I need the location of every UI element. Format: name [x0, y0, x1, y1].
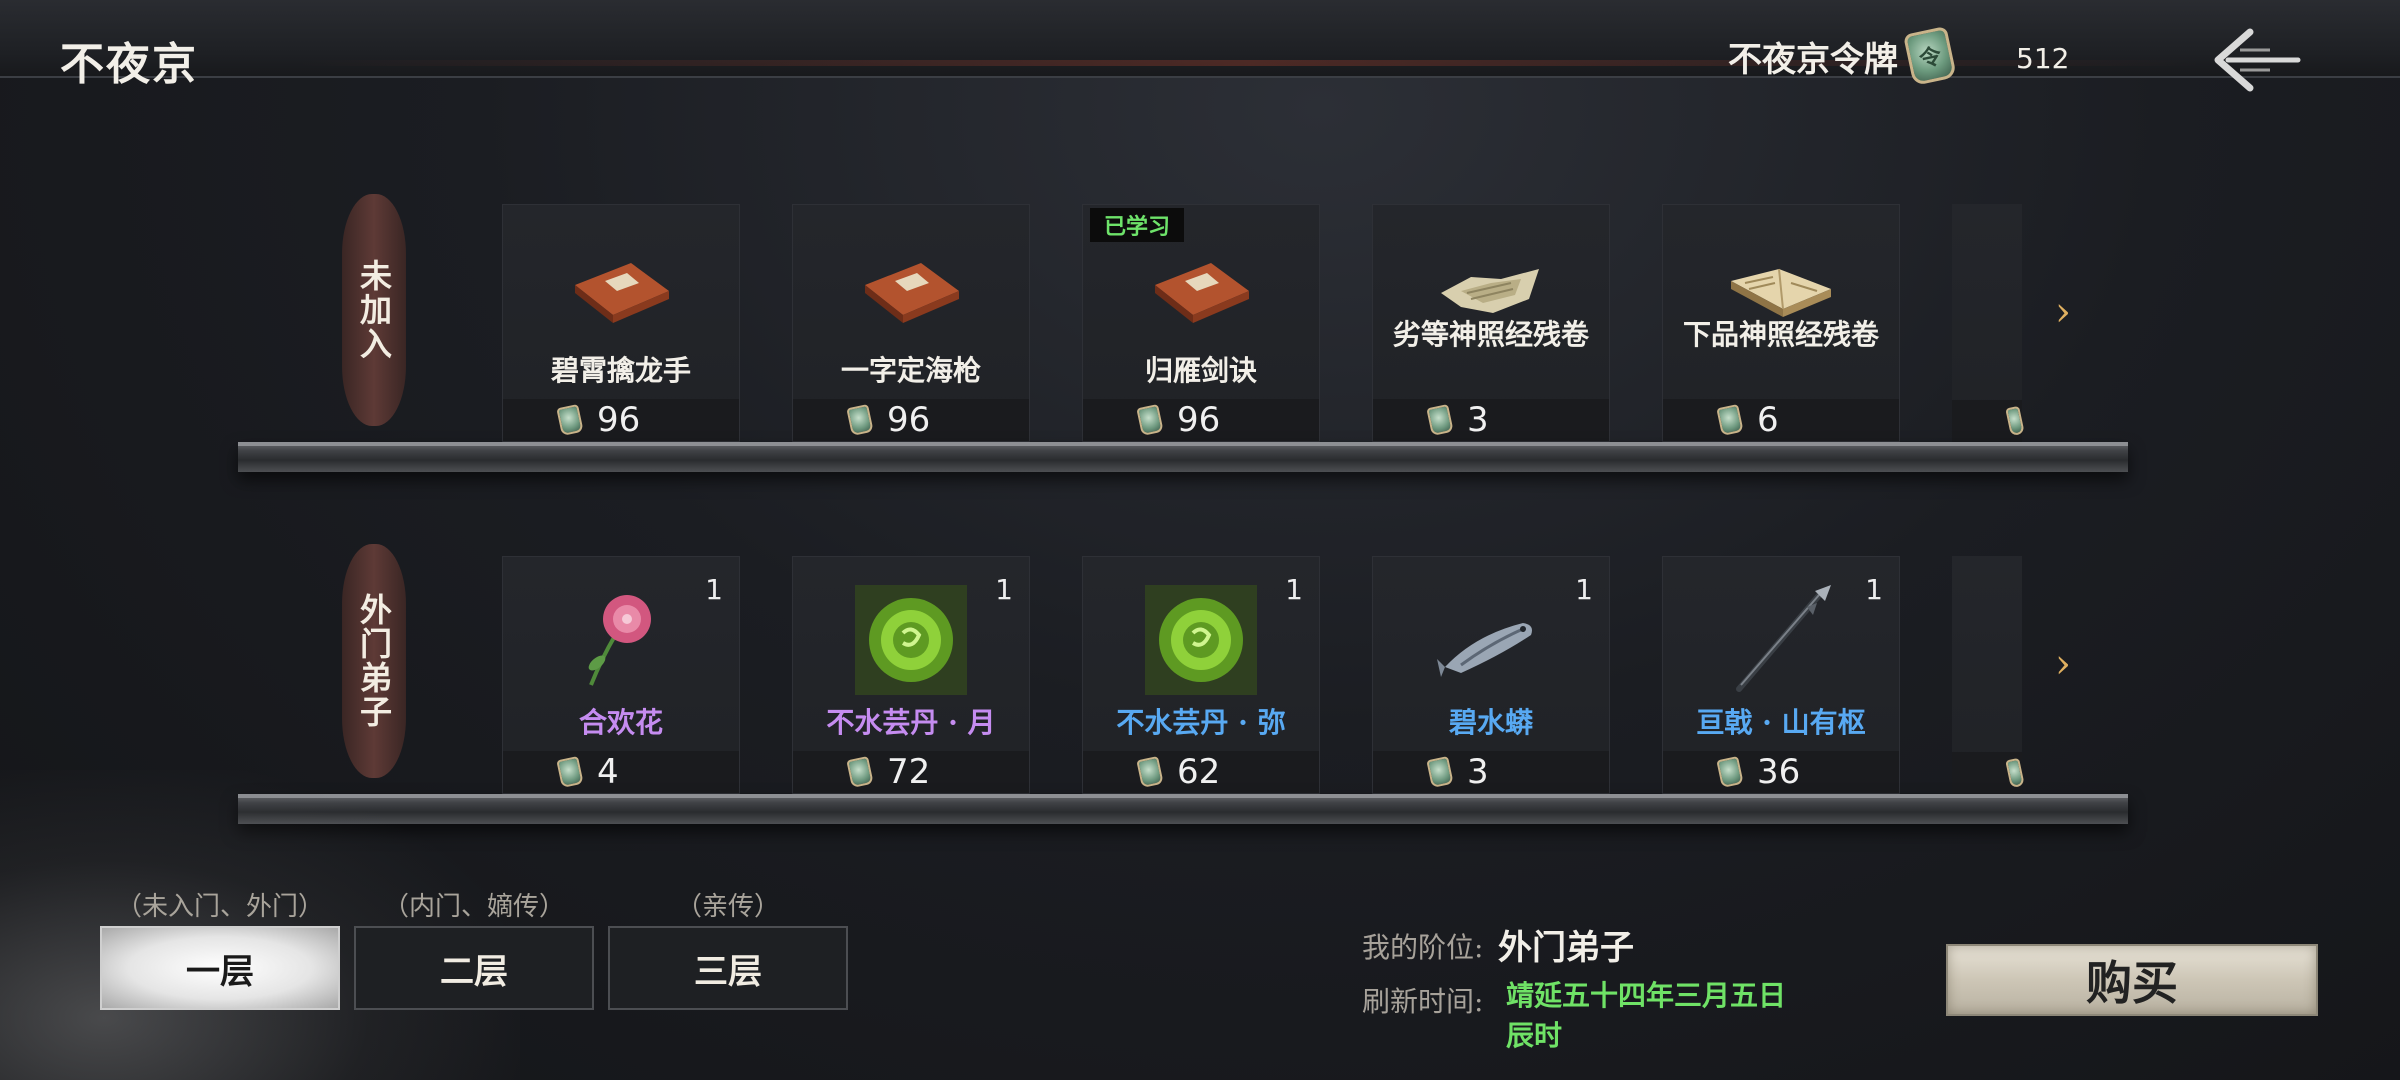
price-bar	[1952, 400, 2025, 442]
item-card[interactable]: 1 合欢花 4	[502, 556, 740, 794]
price-value: 62	[1177, 752, 1221, 792]
price-bar: 3	[1373, 751, 1609, 793]
item-name: 亘戟 · 山有枢	[1696, 706, 1866, 739]
item-card[interactable]: 1 碧水蟒 3	[1372, 556, 1610, 794]
partial-item-card[interactable]	[1952, 556, 2025, 794]
token-icon	[556, 756, 584, 788]
item-card[interactable]: 劣等神照经残卷 3	[1372, 204, 1610, 442]
price-bar: 96	[1083, 399, 1319, 441]
price-value: 96	[887, 400, 931, 440]
price-bar: 72	[793, 751, 1029, 793]
token-icon	[1426, 404, 1454, 436]
item-card[interactable]: 1 不水芸丹 · 月 72	[792, 556, 1030, 794]
item-card[interactable]: 1 亘戟 · 山有枢 36	[1662, 556, 1900, 794]
currency-amount: 512	[2016, 42, 2070, 75]
item-count: 1	[705, 573, 723, 606]
buy-button[interactable]: 购买	[1946, 944, 2318, 1016]
price-bar: 6	[1663, 399, 1899, 441]
back-arrow-icon	[2214, 28, 2301, 92]
partial-item-card[interactable]	[1952, 204, 2025, 442]
price-bar: 96	[503, 399, 739, 441]
tier-hint: （内门、嫡传）	[382, 892, 565, 922]
flower-icon	[588, 595, 651, 686]
item-name: 碧霄擒龙手	[550, 354, 691, 387]
page-title: 不夜京	[60, 39, 198, 90]
manual-book-icon	[575, 263, 669, 323]
price-value: 3	[1467, 752, 1489, 792]
scroll-right-arrow-icon[interactable]: ›	[2046, 641, 2080, 687]
tier-hint: （未入门、外门）	[115, 892, 324, 922]
item-count: 1	[995, 573, 1013, 606]
token-icon	[2005, 405, 2025, 437]
price-bar: 36	[1663, 751, 1899, 793]
price-bar: 3	[1373, 399, 1609, 441]
token-icon	[1426, 756, 1454, 788]
currency-display: 不夜京令牌 令	[1728, 25, 1957, 87]
spear-icon	[1736, 585, 1831, 692]
token-icon: 令	[1903, 25, 1957, 87]
rank-value: 外门弟子	[1498, 928, 1634, 968]
price-value: 96	[1177, 400, 1221, 440]
token-icon	[1716, 404, 1744, 436]
row-label-outer-disciple: 外门弟子	[342, 544, 406, 778]
item-name: 下品神照经残卷	[1682, 318, 1879, 351]
item-name: 劣等神照经残卷	[1392, 318, 1589, 351]
price-value: 96	[597, 400, 641, 440]
mist-decoration	[0, 770, 520, 1080]
item-name: 归雁剑诀	[1144, 354, 1257, 387]
item-card[interactable]: 一字定海枪 96	[792, 204, 1030, 442]
fish-icon	[1437, 623, 1532, 677]
item-name: 不水芸丹 · 弥	[1116, 706, 1286, 739]
price-value: 36	[1757, 752, 1801, 792]
item-name: 不水芸丹 · 月	[826, 706, 996, 739]
shelf-plank	[238, 442, 2128, 472]
tier-hint: （亲传）	[675, 892, 780, 922]
price-bar	[1952, 752, 2025, 794]
token-icon	[1716, 756, 1744, 788]
token-icon	[556, 404, 584, 436]
item-card[interactable]: 碧霄擒龙手 96	[502, 204, 740, 442]
price-value: 4	[597, 752, 619, 792]
refresh-label: 刷新时间:	[1362, 985, 1484, 1018]
manual-book-icon	[865, 263, 959, 323]
refresh-time: 靖延五十四年三月五日辰时	[1506, 979, 1787, 1052]
tab-tier-3[interactable]: 三层	[608, 926, 848, 1010]
item-count: 1	[1575, 573, 1593, 606]
price-value: 6	[1757, 400, 1779, 440]
item-name: 一字定海枪	[840, 354, 981, 387]
back-button[interactable]	[2210, 26, 2306, 94]
token-icon	[1136, 404, 1164, 436]
learned-badge: 已学习	[1090, 208, 1184, 242]
item-name: 合欢花	[578, 706, 663, 739]
tab-tier-2[interactable]: 二层	[354, 926, 594, 1010]
item-card[interactable]: 1 不水芸丹 · 弥 62	[1082, 556, 1320, 794]
green-orb-icon	[1145, 585, 1257, 695]
price-value: 72	[887, 752, 931, 792]
currency-label: 不夜京令牌	[1728, 39, 1898, 80]
price-value: 3	[1467, 400, 1489, 440]
green-orb-icon	[855, 585, 967, 695]
shelf-plank	[238, 794, 2128, 824]
rank-label: 我的阶位:	[1362, 931, 1484, 964]
scroll-right-arrow-icon[interactable]: ›	[2046, 289, 2080, 335]
token-icon	[2005, 757, 2025, 789]
manual-book-icon	[1155, 263, 1249, 323]
price-bar: 62	[1083, 751, 1319, 793]
item-count: 1	[1865, 573, 1883, 606]
token-icon	[846, 756, 874, 788]
price-bar: 96	[793, 399, 1029, 441]
item-card[interactable]: 下品神照经残卷 6	[1662, 204, 1900, 442]
token-icon	[1136, 756, 1164, 788]
item-count: 1	[1285, 573, 1303, 606]
price-bar: 4	[503, 751, 739, 793]
item-name: 碧水蟒	[1448, 706, 1533, 739]
row-label-unjoined: 未加入	[342, 194, 406, 426]
token-icon	[846, 404, 874, 436]
tab-tier-1[interactable]: 一层	[100, 926, 340, 1010]
